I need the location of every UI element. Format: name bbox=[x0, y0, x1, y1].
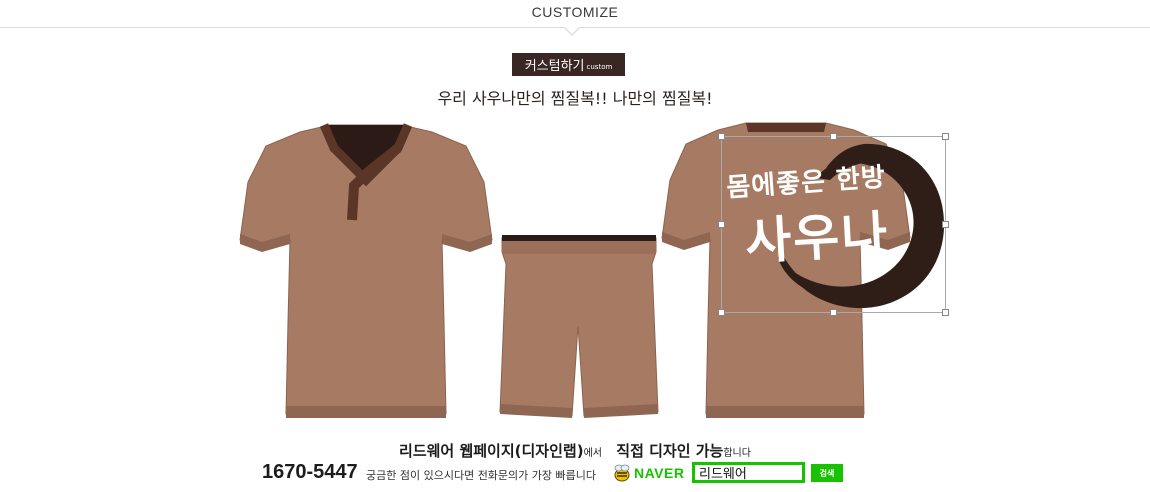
notice-part-c: 직접 디자인 가능 bbox=[616, 442, 724, 460]
customize-badge: 커스텀하기 custom bbox=[512, 53, 625, 76]
notice-part-d: 합니다 bbox=[723, 448, 751, 459]
phone-description: 궁금한 점이 있으시다면 전화문의가 가장 빠릅니다 bbox=[366, 469, 597, 482]
resize-handle-tr[interactable] bbox=[942, 133, 949, 140]
resize-handle-mr[interactable] bbox=[942, 221, 949, 228]
notice-part-a: 리드웨어 웹페이지(디자인랩) bbox=[399, 442, 584, 460]
shorts-image bbox=[499, 235, 659, 418]
notice-part-b: 에서 bbox=[583, 448, 602, 459]
section-title: CUSTOMIZE bbox=[531, 4, 619, 20]
resize-handle-tm[interactable] bbox=[830, 133, 837, 140]
resize-handle-bm[interactable] bbox=[830, 309, 837, 316]
page-subtitle: 우리 사우나만의 찜질복!! 나만의 찜질복! bbox=[437, 89, 713, 108]
badge-label: 커스텀하기 bbox=[524, 59, 585, 74]
print-selection-box[interactable] bbox=[721, 136, 946, 313]
resize-handle-tl[interactable] bbox=[718, 133, 725, 140]
naver-label: NAVER bbox=[634, 465, 685, 481]
naver-search-button[interactable]: 검색 bbox=[811, 464, 843, 482]
resize-handle-br[interactable] bbox=[942, 309, 949, 316]
resize-handle-ml[interactable] bbox=[718, 221, 725, 228]
naver-logo: NAVER bbox=[613, 464, 684, 482]
front-shirt-image bbox=[239, 123, 493, 418]
badge-sub-label: custom bbox=[586, 62, 613, 71]
naver-search-input[interactable] bbox=[692, 462, 805, 483]
phone-number: 1670-5447 bbox=[262, 461, 358, 483]
design-lab-notice: 리드웨어 웹페이지(디자인랩)에서 직접 디자인 가능합니다 bbox=[0, 440, 1150, 461]
resize-handle-bl[interactable] bbox=[718, 309, 725, 316]
naver-bee-icon bbox=[614, 464, 630, 482]
